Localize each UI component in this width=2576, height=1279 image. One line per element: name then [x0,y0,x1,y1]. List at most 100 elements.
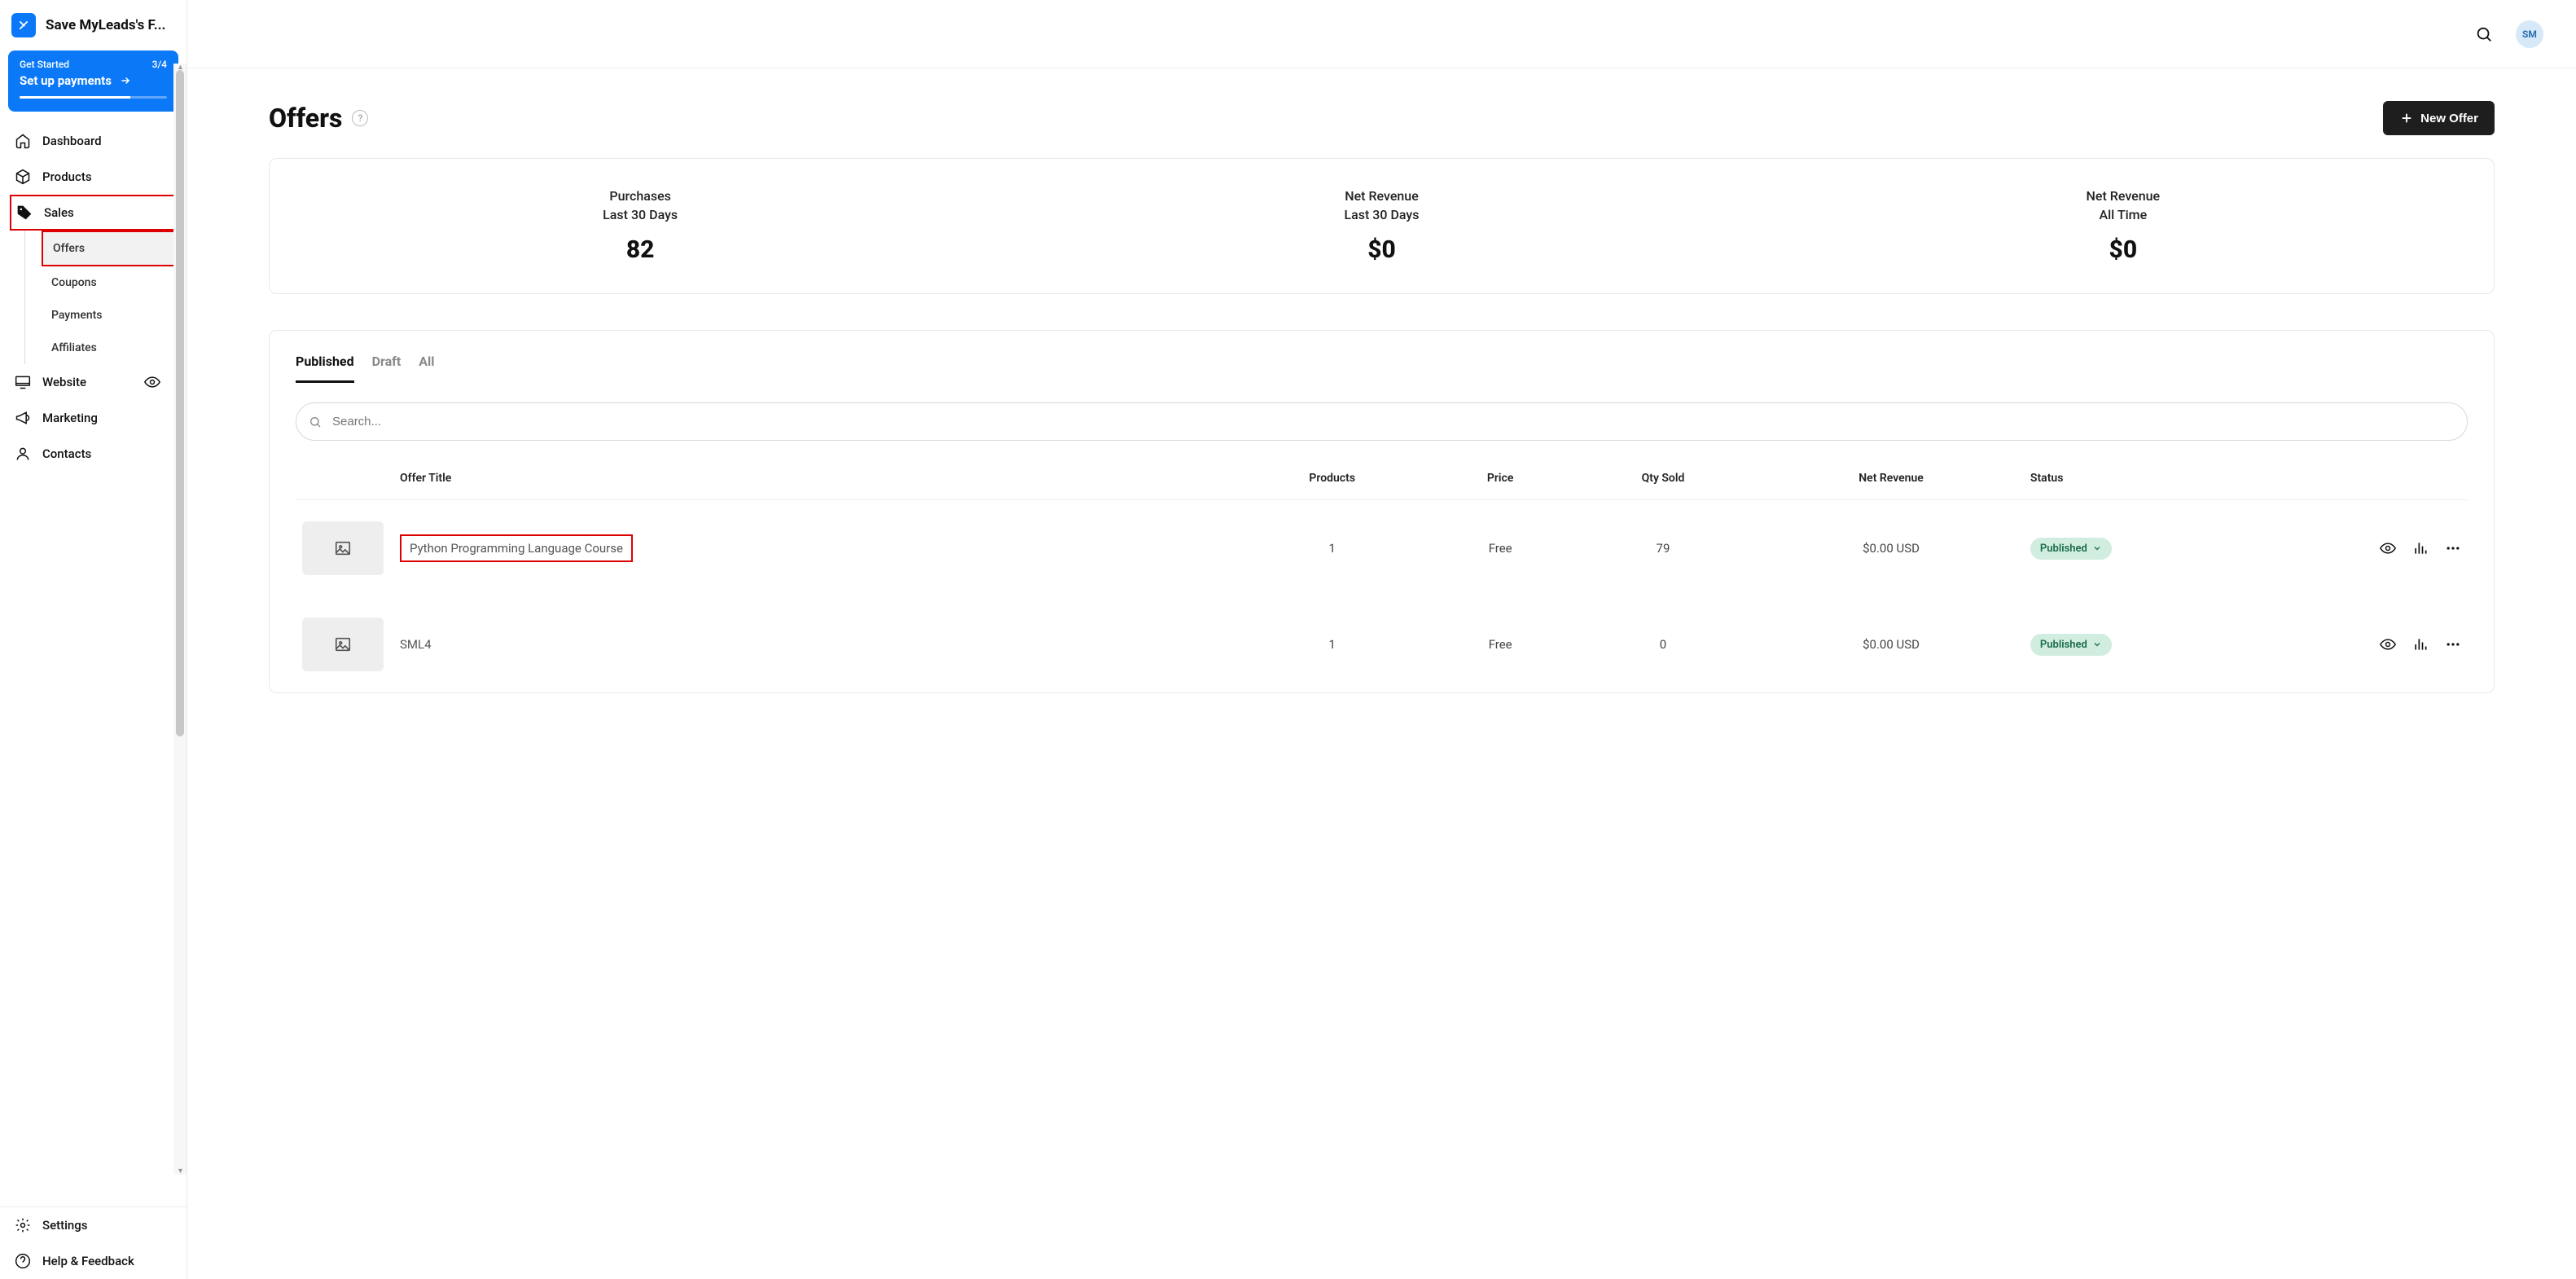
stat-net-revenue-all: Net Revenue All Time $0 [1753,188,2494,264]
plus-icon [2399,111,2414,125]
help-circle-icon[interactable]: ? [352,110,368,126]
arrow-right-icon [118,75,133,86]
scrollbar-thumb[interactable] [176,70,184,736]
get-started-card[interactable]: Get Started 3/4 Set up payments [8,51,178,112]
stat-label: Net Revenue [2087,188,2161,204]
view-icon[interactable] [2380,540,2396,556]
main-area: SM Offers ? New Offer Purchases Last 30 … [187,0,2576,1279]
sidebar-scrollbar[interactable]: ▲ ▼ [173,64,187,1175]
tab-draft[interactable]: Draft [372,354,402,383]
sidebar-label-dashboard: Dashboard [42,134,102,148]
box-icon [15,169,31,185]
new-offer-button[interactable]: New Offer [2383,101,2495,135]
table-row: Python Programming Language Course 1 Fre… [296,500,2468,597]
stats-icon[interactable] [2412,540,2429,556]
chevron-down-icon [2092,543,2102,553]
image-placeholder-icon [332,635,353,653]
cell-net: $0.00 USD [1758,500,2024,597]
new-offer-label: New Offer [2420,112,2478,125]
sidebar-item-contacts[interactable]: Contacts [0,436,187,472]
sidebar-item-website[interactable]: Website [0,364,187,400]
gear-icon [15,1217,31,1233]
table-header-row: Offer Title Products Price Qty Sold Net … [296,464,2468,500]
stat-value: $0 [1367,235,1396,264]
col-products: Products [1231,464,1433,500]
sidebar-item-products[interactable]: Products [0,159,187,195]
cell-products: 1 [1231,596,1433,692]
brand-logo-icon [11,13,36,37]
stat-label: Net Revenue [1345,188,1419,204]
stats-card: Purchases Last 30 Days 82 Net Revenue La… [269,158,2495,294]
help-icon [15,1253,31,1269]
offer-thumbnail [302,618,384,671]
sidebar-item-marketing[interactable]: Marketing [0,400,187,436]
cell-net: $0.00 USD [1758,596,2024,692]
view-icon[interactable] [2380,636,2396,653]
sidebar-sublabel-affiliates: Affiliates [51,341,97,354]
search-input-icon [309,415,322,429]
avatar[interactable]: SM [2516,20,2543,48]
col-status: Status [2024,464,2346,500]
tab-published[interactable]: Published [296,354,354,383]
sidebar-subitem-payments[interactable]: Payments [25,299,187,332]
brand-row[interactable]: Save MyLeads's F... [0,0,187,51]
stat-value: 82 [626,235,655,264]
sidebar-label-help: Help & Feedback [42,1254,134,1268]
sidebar-item-help[interactable]: Help & Feedback [0,1243,187,1279]
sidebar-item-sales[interactable]: Sales [10,195,180,231]
status-badge[interactable]: Published [2030,538,2112,560]
sidebar-sublabel-payments: Payments [51,309,103,322]
stat-sub: All Time [2099,207,2147,222]
sidebar-label-website: Website [42,375,86,389]
cell-price: Free [1433,596,1568,692]
sidebar-subitem-offers[interactable]: Offers [42,231,180,266]
tab-all-label: All [419,354,434,369]
offer-title-link[interactable]: Python Programming Language Course [400,534,633,562]
avatar-initials: SM [2522,29,2537,40]
get-started-progress: 3/4 [152,59,167,70]
stat-sub: Last 30 Days [603,207,678,222]
sidebar-subitem-coupons[interactable]: Coupons [25,266,187,299]
tab-draft-label: Draft [372,354,402,369]
image-placeholder-icon [332,539,353,557]
offer-thumbnail [302,521,384,575]
megaphone-icon [15,410,31,426]
offers-panel: Published Draft All Offer Title [269,330,2495,693]
table-row: SML4 1 Free 0 $0.00 USD Published [296,596,2468,692]
cell-price: Free [1433,500,1568,597]
status-badge[interactable]: Published [2030,634,2112,656]
preview-icon[interactable] [144,374,160,390]
sidebar-subitem-affiliates[interactable]: Affiliates [25,332,187,364]
get-started-title: Set up payments [20,73,112,88]
stats-icon[interactable] [2412,636,2429,653]
get-started-label: Get Started [20,59,69,70]
col-net: Net Revenue [1758,464,2024,500]
more-icon[interactable] [2445,636,2461,653]
user-icon [15,446,31,462]
search-icon[interactable] [2475,25,2493,43]
search-input[interactable] [296,402,2468,441]
sidebar-item-settings[interactable]: Settings [0,1207,187,1243]
sales-submenu: Offers Coupons Payments Affiliates [24,231,187,364]
stat-purchases: Purchases Last 30 Days 82 [270,188,1011,264]
scroll-down-icon[interactable]: ▼ [177,1167,184,1176]
col-title: Offer Title [393,464,1231,500]
offer-table: Offer Title Products Price Qty Sold Net … [296,464,2468,692]
sidebar-label-settings: Settings [42,1218,88,1233]
sidebar-item-dashboard[interactable]: Dashboard [0,123,187,159]
stat-net-revenue-30: Net Revenue Last 30 Days $0 [1011,188,1752,264]
col-price: Price [1433,464,1568,500]
search-box [296,402,2468,441]
stat-value: $0 [2109,235,2138,264]
stat-label: Purchases [609,188,671,204]
sidebar-label-sales: Sales [44,205,74,220]
brand-label: Save MyLeads's F... [46,17,166,33]
stat-sub: Last 30 Days [1344,207,1419,222]
offer-title-link[interactable]: SML4 [400,637,432,652]
cell-qty: 79 [1568,500,1758,597]
more-icon[interactable] [2445,540,2461,556]
col-qty: Qty Sold [1568,464,1758,500]
sidebar-label-contacts: Contacts [42,446,91,461]
tab-all[interactable]: All [419,354,434,383]
page-header: Offers ? New Offer [269,101,2495,135]
